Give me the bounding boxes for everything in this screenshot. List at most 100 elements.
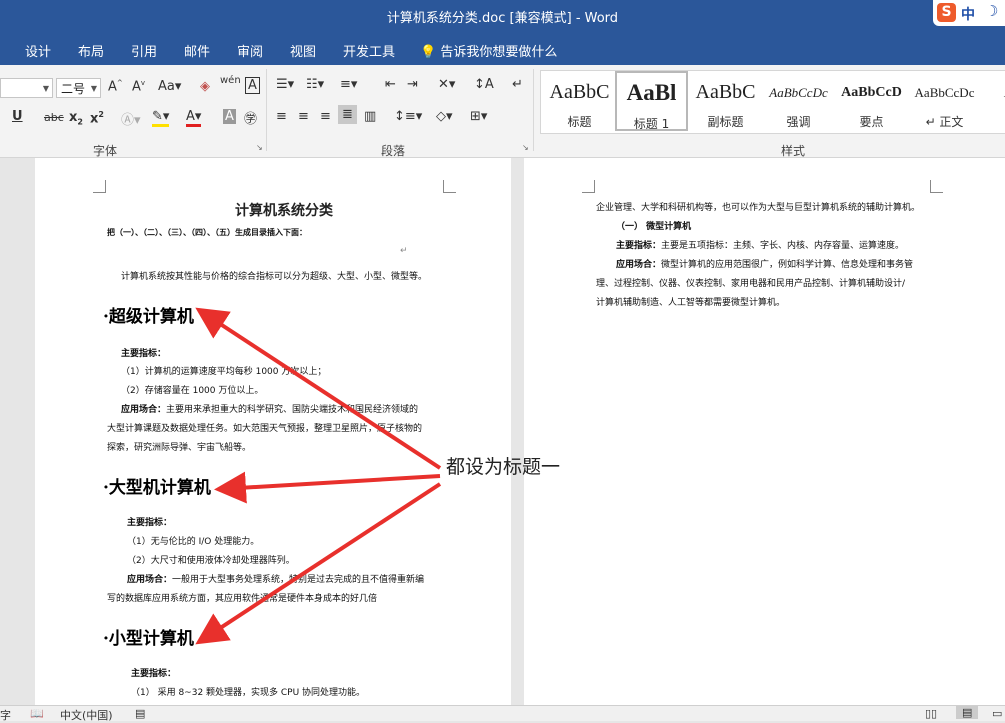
shrink-font-icon[interactable]: Av: [132, 79, 145, 94]
large-item-2[interactable]: （2）大尺寸和使用液体冷却处理器阵列。: [127, 553, 295, 566]
align-left-icon[interactable]: ≡: [276, 109, 287, 124]
style-preview: AaBl: [626, 80, 677, 105]
multilevel-list-icon[interactable]: ≡▾: [340, 77, 357, 92]
large-item-1[interactable]: （1）无与伦比的 I/O 处理能力。: [127, 534, 259, 547]
tab-design[interactable]: 设计: [25, 41, 51, 60]
super-app-line-3[interactable]: 探索，研究洲际导弹、宇宙飞船等。: [107, 440, 251, 453]
document-title[interactable]: 计算机系统分类: [235, 200, 333, 220]
style-emphasis[interactable]: AaBbCcDc 强调: [762, 71, 835, 131]
style-strong[interactable]: AaBbCcD 要点: [835, 71, 908, 131]
sort-icon[interactable]: ↕A: [474, 77, 494, 92]
toc-note[interactable]: 把（一）、（二）、（三）、（四）、（五）生成目录插入下面：: [107, 227, 307, 238]
large-key-label[interactable]: 主要指标：: [127, 515, 172, 528]
page-1[interactable]: 计算机系统分类 把（一）、（二）、（三）、（四）、（五）生成目录插入下面： ↵ …: [35, 158, 511, 705]
subscript-icon[interactable]: x2: [69, 110, 83, 127]
ribbon-tabs: 设计 布局 引用 邮件 审阅 视图 开发工具 💡 告诉我你想要做什么: [0, 33, 1005, 65]
underline-icon[interactable]: U: [12, 109, 23, 124]
font-size-value: 二号: [61, 82, 86, 96]
dialog-launcher-icon[interactable]: ↘: [522, 143, 529, 152]
super-key-label[interactable]: 主要指标：: [121, 346, 166, 359]
bullets-icon[interactable]: ☰▾: [276, 77, 294, 92]
style-subtitle[interactable]: AaBbC 副标题: [689, 71, 762, 131]
numbering-icon[interactable]: ☷▾: [306, 77, 324, 92]
tab-view[interactable]: 视图: [290, 41, 316, 60]
style-heading-1[interactable]: AaBl 标题 1: [615, 71, 688, 131]
font-color-icon[interactable]: A▾: [186, 109, 202, 127]
align-center-icon[interactable]: ≡: [298, 109, 309, 124]
char-border-icon[interactable]: A: [245, 77, 260, 94]
word-count[interactable]: 字: [0, 707, 11, 723]
style-name: 标题: [567, 115, 592, 129]
read-mode-icon[interactable]: ▯▯: [925, 707, 937, 720]
super-item-2[interactable]: （2）存储容量在 1000 万位以上。: [121, 383, 263, 396]
tab-review[interactable]: 审阅: [237, 41, 263, 60]
enclosed-char-icon[interactable]: ㊫: [244, 108, 257, 127]
tell-me-box[interactable]: 💡 告诉我你想要做什么: [420, 41, 557, 60]
margin-corner: [582, 180, 595, 193]
small-key-label[interactable]: 主要指标：: [131, 666, 176, 679]
micro-app-line-1[interactable]: 应用场合：微型计算机的应用范围很广，例如科学计算、信息处理和事务管: [616, 257, 913, 270]
borders-icon[interactable]: ⊞▾: [470, 109, 487, 124]
distributed-icon[interactable]: ▥: [364, 109, 376, 124]
large-app-line-2[interactable]: 写的数据库应用系统方面，其应用软件通常是硬件本身成本的好几倍: [107, 591, 377, 604]
micro-app-line-3[interactable]: 计算机辅助制造、人工智等都需要微型计算机。: [596, 295, 785, 308]
char-shading-icon[interactable]: A: [223, 109, 236, 124]
macro-icon[interactable]: ▤: [135, 707, 145, 720]
divider: [266, 69, 267, 151]
strikethrough-icon[interactable]: abc: [44, 111, 64, 124]
line-spacing-icon[interactable]: ↕≡▾: [394, 109, 422, 124]
decrease-indent-icon[interactable]: ⇤: [385, 77, 396, 92]
intro-paragraph[interactable]: 计算机系统按其性能与价格的综合指标可以分为超级、大型、小型、微型等。: [121, 269, 427, 282]
font-group-label: 字体: [93, 144, 118, 158]
font-size-combo[interactable]: 二号 ▼: [56, 78, 101, 98]
superscript-icon[interactable]: x2: [90, 110, 104, 126]
print-layout-icon[interactable]: ▤: [956, 706, 979, 719]
change-case-icon[interactable]: Aa▾: [158, 79, 181, 94]
ime-indicator[interactable]: S 中 ☽: [933, 0, 1005, 26]
moon-icon[interactable]: ☽: [985, 2, 998, 20]
super-app-line-1[interactable]: 应用场合：主要用来承担重大的科学研究、国防尖端技术和国民经济领域的: [121, 402, 418, 415]
style-normal[interactable]: AaBbCcDc ↵ 正文: [908, 71, 981, 131]
dialog-launcher-icon[interactable]: ↘: [256, 143, 263, 152]
web-layout-icon[interactable]: ▭: [992, 707, 1002, 720]
style-title[interactable]: AaBbC 标题: [543, 71, 616, 131]
key-text: 主要是五项指标：主频、字长、内核、内存容量、运算速度。: [661, 241, 905, 251]
heading-text: 超级计算机: [108, 307, 194, 327]
styles-gallery: AaBbC 标题 AaBl 标题 1 AaBbC 副标题 AaBbCcDc 强调…: [540, 70, 1005, 134]
shading-icon[interactable]: ◇▾: [436, 109, 453, 124]
increase-indent-icon[interactable]: ⇥: [407, 77, 418, 92]
small-item-1[interactable]: （1） 采用 8~32 颗处理器，实现多 CPU 协同处理功能。: [131, 685, 365, 698]
style-no-spacing[interactable]: AaBl ↵ 无: [981, 71, 1005, 131]
super-app-line-2[interactable]: 大型计算课题及数据处理任务。如大范围天气预报，整理卫星照片，原子核物的: [107, 421, 422, 434]
micro-subheading[interactable]: （一） 微型计算机: [616, 219, 691, 232]
continued-line[interactable]: 企业管理、大学和科研机构等，也可以作为大型与巨型计算机系统的辅助计算机。: [596, 200, 920, 213]
language-indicator[interactable]: 中文(中国): [60, 707, 113, 723]
grow-font-icon[interactable]: A^: [108, 79, 123, 94]
show-marks-icon[interactable]: ↵: [512, 77, 523, 92]
micro-app-line-2[interactable]: 理、过程控制、仪器、仪表控制、家用电器和民用产品控制、计算机辅助设计/: [596, 276, 905, 289]
clear-format-icon[interactable]: ◈: [200, 79, 210, 94]
tab-layout[interactable]: 布局: [78, 41, 104, 60]
tab-references[interactable]: 引用: [131, 41, 157, 60]
page-2[interactable]: 企业管理、大学和科研机构等，也可以作为大型与巨型计算机系统的辅助计算机。 （一）…: [524, 158, 1005, 705]
highlight-icon[interactable]: ✎▾: [152, 109, 170, 127]
heading-super[interactable]: ·超级计算机: [103, 302, 194, 327]
chinese-layout-icon[interactable]: ✕▾: [438, 77, 455, 92]
heading-small[interactable]: ·小型计算机: [103, 624, 194, 649]
tab-developer[interactable]: 开发工具: [343, 41, 395, 60]
tab-mailings[interactable]: 邮件: [184, 41, 210, 60]
style-preview: AaBbCcD: [841, 85, 902, 100]
heading-large[interactable]: ·大型机计算机: [103, 473, 211, 498]
large-app-line-1[interactable]: 应用场合：一般用于大型事务处理系统，特别是过去完成的且不值得重新编: [127, 572, 424, 585]
ime-mode[interactable]: 中: [961, 4, 975, 24]
font-name-combo[interactable]: ▼: [0, 78, 53, 98]
micro-key-line[interactable]: 主要指标：主要是五项指标：主频、字长、内核、内存容量、运算速度。: [616, 238, 904, 251]
text-effects-icon[interactable]: Ⓐ▾: [121, 109, 141, 128]
justify-icon[interactable]: ≣: [338, 105, 357, 124]
align-right-icon[interactable]: ≡: [320, 109, 331, 124]
super-item-1[interactable]: （1）计算机的运算速度平均每秒 1000 万次以上；: [121, 364, 326, 377]
proofing-icon[interactable]: 📖: [30, 707, 44, 720]
status-bar: 字 📖 中文(中国) ▤ ▯▯ ▤ ▭: [0, 705, 1005, 723]
heading-text: 大型机计算机: [108, 478, 211, 498]
phonetic-guide-icon[interactable]: wén: [220, 75, 241, 86]
